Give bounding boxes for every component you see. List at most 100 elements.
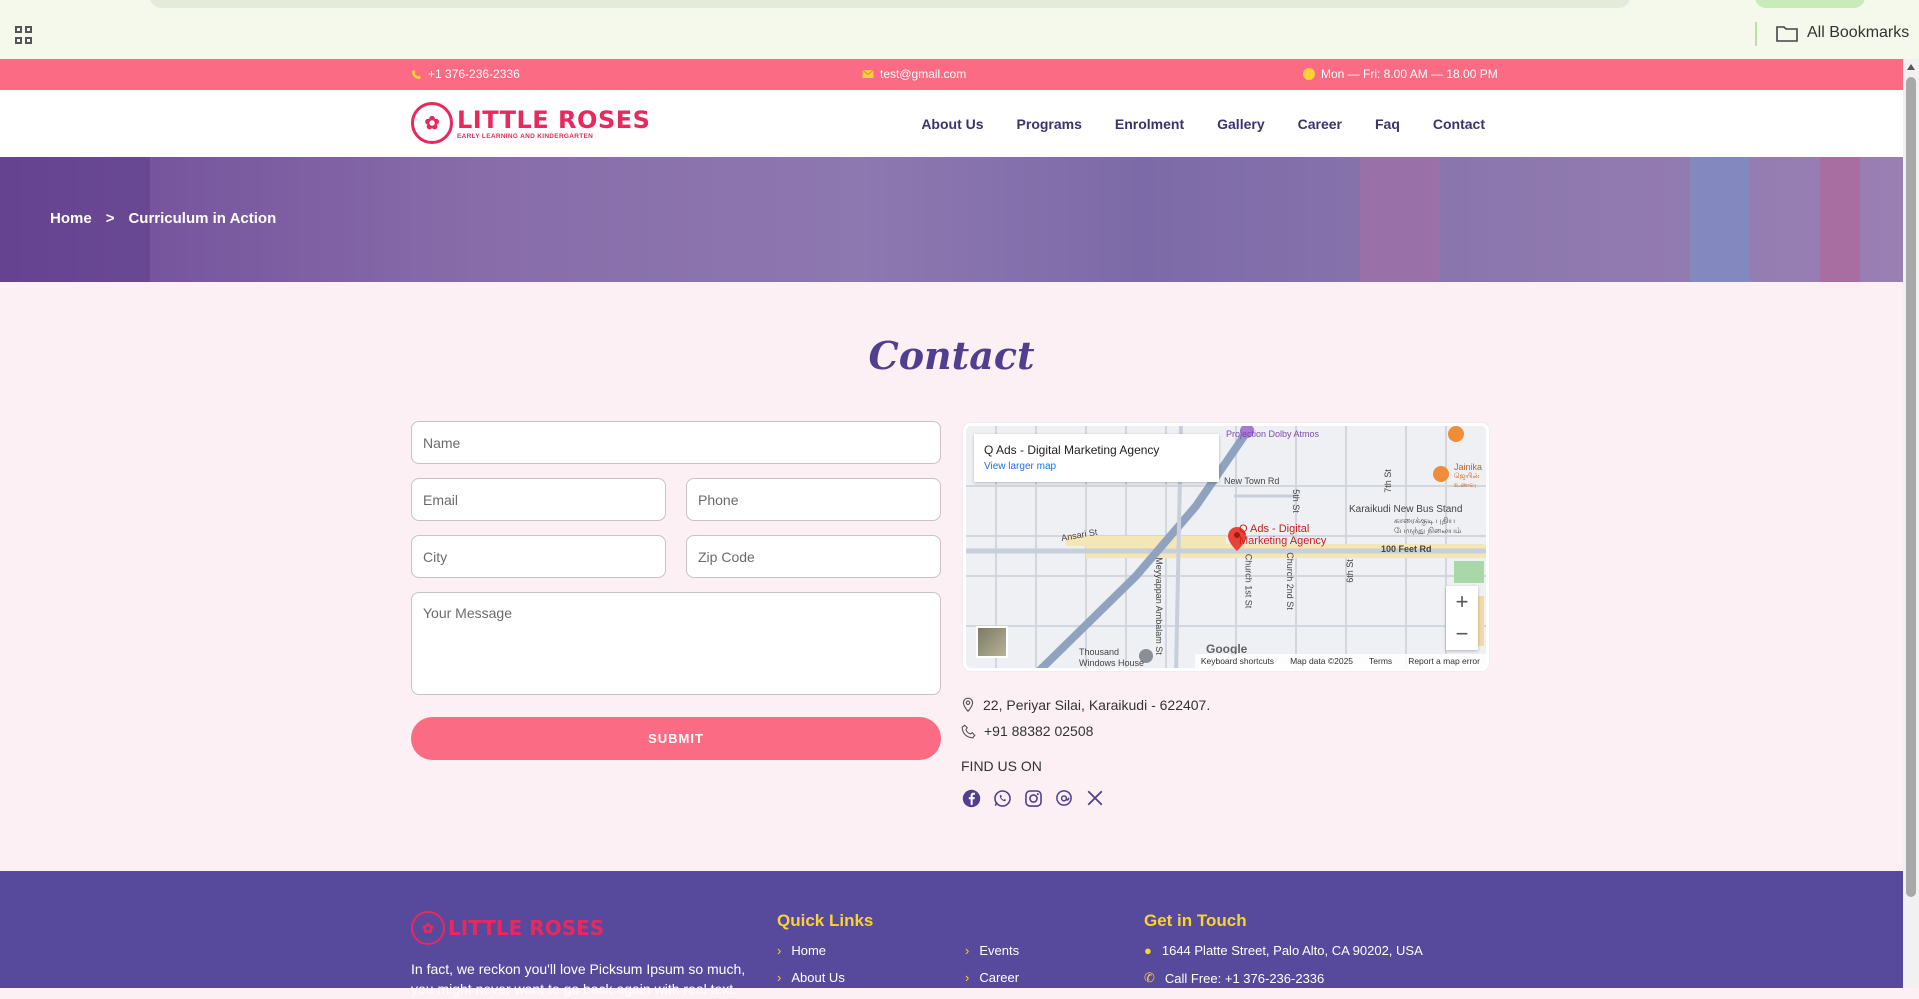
breadcrumb-home[interactable]: Home bbox=[50, 210, 92, 227]
phone-icon bbox=[961, 724, 976, 738]
message-textarea[interactable]: Your Message bbox=[411, 592, 941, 695]
nav-item-contact[interactable]: Contact bbox=[1433, 116, 1485, 132]
nav-item-career[interactable]: Career bbox=[1298, 116, 1342, 132]
footer-call[interactable]: ✆ Call Free: +1 376-236-2336 bbox=[1144, 970, 1324, 986]
footer-link-career[interactable]: › Career bbox=[965, 970, 1019, 985]
phone-icon: ✆ bbox=[1144, 970, 1155, 985]
page-title: Contact bbox=[868, 333, 1035, 378]
city-field[interactable]: City bbox=[411, 535, 666, 578]
road-label: 5th St bbox=[1290, 489, 1301, 513]
footer-link-label: Events bbox=[979, 943, 1020, 958]
zoom-in-button[interactable]: + bbox=[1446, 586, 1478, 618]
road-label: 7th St bbox=[1382, 469, 1393, 493]
scrollbar-thumb[interactable] bbox=[1906, 77, 1916, 897]
terms-link[interactable]: Terms bbox=[1369, 656, 1392, 666]
footer-link-about-us[interactable]: › About Us bbox=[777, 970, 845, 985]
browser-toolbar: All Bookmarks bbox=[0, 0, 1919, 59]
road-label: Meyyappan Ambalam St bbox=[1153, 557, 1164, 655]
scroll-up-arrow-icon[interactable] bbox=[1907, 64, 1915, 70]
threads-icon[interactable] bbox=[1054, 788, 1074, 808]
facebook-icon[interactable] bbox=[961, 788, 981, 808]
map-zoom-controls: + − bbox=[1446, 586, 1478, 650]
footer-logo[interactable]: ✿ LITTLE ROSES bbox=[411, 911, 604, 945]
footer-call-text: Call Free: +1 376-236-2336 bbox=[1164, 970, 1325, 986]
location-pin-icon bbox=[962, 697, 974, 713]
topbar-hours-text: Mon — Fri: 8.00 AM — 18.00 PM bbox=[1321, 67, 1498, 81]
zip-placeholder: Zip Code bbox=[698, 548, 755, 565]
footer-address-text: 1644 Platte Street, Palo Alto, CA 90202,… bbox=[1161, 943, 1423, 958]
rose-logo-icon: ✿ bbox=[411, 102, 453, 144]
phone-icon bbox=[411, 69, 422, 79]
whatsapp-icon[interactable] bbox=[992, 788, 1012, 808]
topbar-phone[interactable]: +1 376-236-2336 bbox=[411, 67, 520, 81]
x-icon[interactable] bbox=[1085, 788, 1105, 808]
site-footer: ✿ LITTLE ROSES In fact, we reckon you'll… bbox=[0, 871, 1903, 997]
apps-grid-icon[interactable] bbox=[15, 26, 33, 44]
map-pin-label[interactable]: Q Ads - Digital Marketing Agency bbox=[1239, 523, 1326, 547]
nav-item-faq[interactable]: Faq bbox=[1375, 116, 1400, 132]
satellite-toggle[interactable] bbox=[976, 626, 1008, 658]
bookmarks-divider bbox=[1755, 22, 1757, 46]
all-bookmarks-button[interactable]: All Bookmarks bbox=[1776, 24, 1909, 42]
rose-logo-icon: ✿ bbox=[411, 911, 445, 945]
map-pin-label-line1: Q Ads - Digital bbox=[1239, 523, 1310, 535]
topbar-email[interactable]: test@gmail.com bbox=[862, 67, 966, 81]
name-field[interactable]: Name bbox=[411, 421, 941, 464]
social-links bbox=[961, 788, 1105, 808]
road-label: Church 2nd St bbox=[1284, 552, 1295, 610]
phone-field[interactable]: Phone bbox=[686, 478, 941, 521]
breadcrumb-current: Curriculum in Action bbox=[128, 210, 277, 227]
map-poi-label: Jainika bbox=[1454, 462, 1483, 472]
submit-button[interactable]: SUBMIT bbox=[411, 717, 941, 760]
map-pin-label-line2: Marketing Agency bbox=[1239, 535, 1327, 547]
road-label: Church 1st St bbox=[1243, 553, 1254, 609]
nav-item-enrolment[interactable]: Enrolment bbox=[1115, 116, 1184, 132]
contact-phone[interactable]: +91 88382 02508 bbox=[961, 723, 1093, 739]
chevron-right-icon: › bbox=[777, 943, 782, 958]
profile-button[interactable] bbox=[1755, 0, 1865, 8]
footer-link-events[interactable]: › Events bbox=[965, 943, 1019, 958]
brand-tagline: EARLY LEARNING AND KINDERGARTEN bbox=[457, 132, 594, 140]
map-data-attribution: Map data ©2025 bbox=[1290, 656, 1354, 666]
instagram-icon[interactable] bbox=[1023, 788, 1043, 808]
email-placeholder: Email bbox=[423, 491, 459, 508]
hero-background-shape bbox=[1690, 157, 1750, 282]
nav-menu: About Us Programs Enrolment Gallery Care… bbox=[921, 116, 1485, 132]
top-info-bar: +1 376-236-2336 test@gmail.com Mon — Fri… bbox=[0, 59, 1903, 90]
city-placeholder: City bbox=[423, 548, 448, 565]
folder-icon bbox=[1776, 26, 1798, 42]
map-poi-label: Thousand bbox=[1079, 647, 1120, 657]
chevron-right-icon: › bbox=[965, 943, 970, 958]
map-poi-label: Projection Dolby Atmos bbox=[1226, 429, 1320, 439]
contact-address: 22, Periyar Silai, Karaikudi - 622407. bbox=[961, 697, 1210, 713]
email-field[interactable]: Email bbox=[411, 478, 666, 521]
map-poi-label: ஜெயின் உணவு bbox=[1454, 473, 1480, 489]
map-footer: Keyboard shortcuts Map data ©2025 Terms … bbox=[1194, 654, 1486, 668]
keyboard-shortcuts-link[interactable]: Keyboard shortcuts bbox=[1201, 656, 1274, 666]
nav-item-about-us[interactable]: About Us bbox=[921, 116, 983, 132]
page-scrollbar[interactable] bbox=[1903, 59, 1919, 988]
zoom-out-button[interactable]: − bbox=[1446, 618, 1478, 650]
nav-item-programs[interactable]: Programs bbox=[1017, 116, 1082, 132]
topbar-email-text: test@gmail.com bbox=[880, 67, 967, 81]
site-logo[interactable]: ✿ LITTLE ROSES EARLY LEARNING AND KINDER… bbox=[411, 102, 650, 144]
topbar-hours: Mon — Fri: 8.00 AM — 18.00 PM bbox=[1303, 67, 1498, 81]
hero-background-shape bbox=[1360, 157, 1440, 282]
nav-item-gallery[interactable]: Gallery bbox=[1217, 116, 1264, 132]
all-bookmarks-label: All Bookmarks bbox=[1807, 24, 1910, 41]
view-larger-map-link[interactable]: View larger map bbox=[984, 461, 1209, 472]
report-map-error-link[interactable]: Report a map error bbox=[1408, 656, 1480, 666]
road-label: 100 Feet Rd bbox=[1381, 544, 1432, 554]
google-map[interactable]: Q Ads - Digital Marketing Agency View la… bbox=[963, 423, 1489, 671]
footer-link-home[interactable]: › Home bbox=[777, 943, 826, 958]
address-bar[interactable] bbox=[150, 0, 1630, 8]
zip-code-field[interactable]: Zip Code bbox=[686, 535, 941, 578]
hero-banner: Home > Curriculum in Action bbox=[0, 157, 1903, 282]
quick-links-heading: Quick Links bbox=[777, 911, 874, 930]
map-poi-label: Karaikudi New Bus Stand bbox=[1349, 504, 1463, 515]
main-navbar: ✿ LITTLE ROSES EARLY LEARNING AND KINDER… bbox=[0, 90, 1903, 157]
road-label: New Town Rd bbox=[1224, 476, 1280, 486]
footer-address: ● 1644 Platte Street, Palo Alto, CA 90202… bbox=[1144, 943, 1423, 958]
clock-icon bbox=[1303, 68, 1315, 80]
footer-about-text: In fact, we reckon you'll love Picksum I… bbox=[411, 961, 746, 997]
